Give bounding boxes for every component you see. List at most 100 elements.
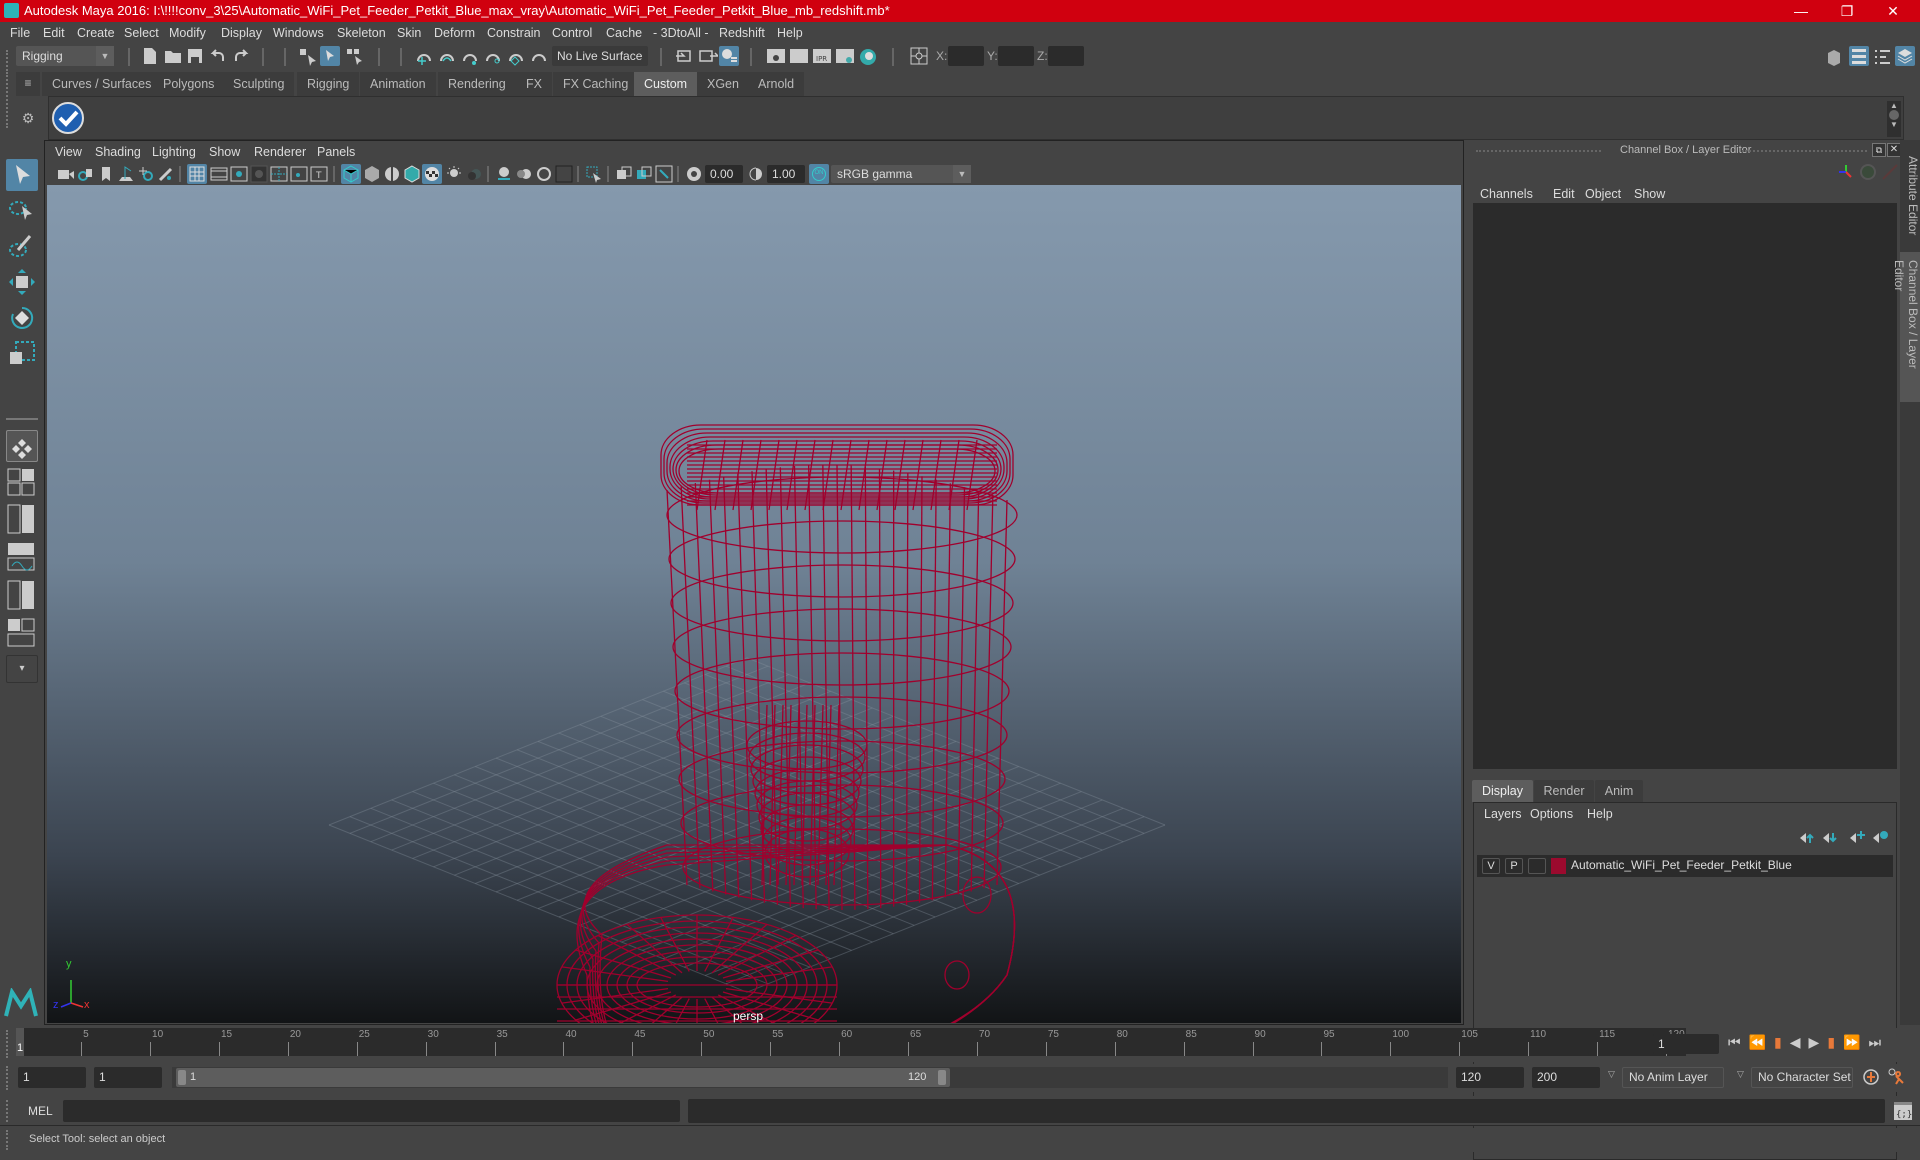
menu-deform[interactable]: Deform — [434, 22, 475, 44]
persp-outliner-layout-button[interactable] — [6, 504, 38, 534]
range-end-handle[interactable] — [938, 1070, 946, 1085]
character-set-dropdown[interactable]: No Character Set — [1751, 1067, 1853, 1088]
animation-end-field[interactable]: 200 — [1532, 1067, 1600, 1088]
menu-display[interactable]: Display — [221, 22, 262, 44]
paint-select-tool-button[interactable] — [6, 230, 38, 262]
menu-help[interactable]: Help — [777, 22, 803, 44]
view-transform-dropdown[interactable]: sRGB gamma ▼ — [831, 165, 971, 183]
panel-grip[interactable] — [1476, 150, 1601, 152]
new-layer-selected-icon[interactable] — [1872, 829, 1888, 845]
layer-menu-help[interactable]: Help — [1587, 807, 1613, 821]
move-layer-up-icon[interactable] — [1799, 831, 1815, 845]
screen-space-ao-icon[interactable] — [495, 165, 513, 183]
smooth-shade-icon[interactable] — [363, 165, 381, 183]
shelf-tab-curves-surfaces[interactable]: Curves / Surfaces — [42, 72, 163, 96]
attribute-editor-toggle[interactable] — [1849, 46, 1869, 66]
default-material-icon[interactable] — [383, 165, 401, 183]
command-input[interactable] — [63, 1100, 680, 1122]
animation-start-field[interactable]: 1 — [18, 1067, 86, 1088]
shelf-settings-gear-icon[interactable]: ⚙ — [16, 110, 40, 136]
shelf-tab-rendering[interactable]: Rendering — [438, 72, 517, 96]
step-forward-key-icon[interactable]: ⏩ — [1843, 1034, 1868, 1050]
menu-constrain[interactable]: Constrain — [487, 22, 541, 44]
output-ops-icon[interactable] — [698, 47, 718, 65]
manipulator-icon[interactable] — [1836, 162, 1856, 182]
attribute-editor-side-tab[interactable]: Attribute Editor — [1900, 148, 1920, 248]
menu-select[interactable]: Select — [124, 22, 159, 44]
anim-layer-dropdown[interactable]: No Anim Layer — [1622, 1067, 1724, 1088]
field-chart-icon[interactable] — [270, 165, 288, 183]
shelf-tab-custom[interactable]: Custom — [634, 72, 699, 96]
menu-control[interactable]: Control — [552, 22, 592, 44]
wireframe-on-shaded-icon[interactable] — [403, 165, 421, 183]
camera-icon[interactable] — [57, 165, 75, 183]
select-tool-button[interactable] — [6, 159, 38, 191]
vp-menu-lighting[interactable]: Lighting — [152, 141, 196, 163]
character-set-chevron-icon[interactable]: ▽ — [1737, 1069, 1744, 1080]
select-by-component-icon[interactable] — [345, 47, 365, 67]
go-to-end-icon[interactable]: ⏭ — [1868, 1034, 1889, 1050]
channel-box-side-tab[interactable]: Channel Box / Layer Editor — [1892, 252, 1920, 402]
color-management-toggle[interactable]: ON — [809, 164, 829, 184]
shelf-menu-icon[interactable]: ≡ — [16, 72, 40, 96]
time-slider-grip[interactable] — [6, 1030, 10, 1058]
layer-menu-layers[interactable]: Layers — [1484, 807, 1522, 821]
isolate-select-icon[interactable] — [585, 165, 603, 183]
tool-settings-icon[interactable] — [1872, 47, 1892, 67]
gamma-field[interactable]: 1.00 — [767, 165, 805, 183]
open-scene-icon[interactable] — [164, 47, 182, 65]
cb-menu-channels[interactable]: Channels — [1480, 184, 1533, 204]
redo-icon[interactable] — [232, 47, 250, 65]
y-field[interactable] — [998, 46, 1034, 66]
menu-modify[interactable]: Modify — [169, 22, 206, 44]
grid-toggle[interactable] — [187, 164, 207, 184]
playback-start-field[interactable]: 1 — [94, 1067, 162, 1088]
script-editor-icon[interactable]: {;} — [1893, 1100, 1913, 1122]
x-field[interactable] — [948, 46, 984, 66]
layer-menu-options[interactable]: Options — [1530, 807, 1573, 821]
current-frame-field[interactable]: 1 — [1653, 1034, 1719, 1054]
transform-constraint-icon[interactable] — [910, 47, 928, 65]
shelf-scroll[interactable]: ▲ ▼ — [1887, 101, 1901, 137]
shadows-icon[interactable] — [465, 165, 483, 183]
shelf-tab-arnold[interactable]: Arnold — [748, 72, 806, 96]
layer-display-type-toggle[interactable] — [1528, 858, 1546, 874]
safe-action-icon[interactable] — [290, 165, 308, 183]
range-track[interactable]: 1 120 — [172, 1067, 1448, 1088]
channel-box-toggle[interactable] — [1895, 46, 1915, 66]
shelf-grip[interactable] — [6, 72, 10, 128]
scale-tool-button[interactable] — [6, 338, 38, 370]
snap-to-projected-center-icon[interactable] — [483, 47, 503, 67]
xray-active-components-icon[interactable] — [635, 165, 653, 183]
vp-menu-view[interactable]: View — [55, 141, 82, 163]
shelf-tab-animation[interactable]: Animation — [360, 72, 437, 96]
xray-joints-icon[interactable] — [655, 165, 673, 183]
hypershade-persp-layout-button[interactable] — [6, 580, 38, 610]
menu-set-dropdown[interactable]: Rigging ▼ — [16, 46, 114, 66]
shelf-tab-rigging[interactable]: Rigging — [297, 72, 361, 96]
menu-skeleton[interactable]: Skeleton — [337, 22, 386, 44]
range-slider-grip[interactable] — [6, 1066, 10, 1090]
exposure-field[interactable]: 0.00 — [705, 165, 743, 183]
persp-outliner-graph-layout-button[interactable] — [6, 618, 38, 648]
vp-menu-panels[interactable]: Panels — [317, 141, 355, 163]
step-forward-frame-icon[interactable]: ▮ — [1827, 1034, 1843, 1050]
layer-playback-toggle[interactable]: P — [1505, 858, 1523, 874]
layer-name[interactable]: Automatic_WiFi_Pet_Feeder_Petkit_Blue — [1571, 858, 1792, 872]
close-icon[interactable]: ✕ — [1870, 0, 1916, 22]
menu-3dtoall[interactable]: - 3DtoAll - — [653, 22, 709, 44]
render-view-icon[interactable] — [766, 47, 786, 65]
menu-create[interactable]: Create — [77, 22, 115, 44]
move-tool-button[interactable] — [6, 266, 38, 298]
live-surface-field[interactable]: No Live Surface — [552, 46, 648, 66]
cb-menu-edit[interactable]: Edit — [1553, 184, 1575, 204]
shelf-tab-polygons[interactable]: Polygons — [153, 72, 226, 96]
move-layer-down-icon[interactable] — [1822, 831, 1838, 845]
menu-edit[interactable]: Edit — [43, 22, 65, 44]
menu-redshift[interactable]: Redshift — [719, 22, 765, 44]
anti-aliasing-icon[interactable] — [535, 165, 553, 183]
layer-tab-render[interactable]: Render — [1534, 780, 1594, 802]
animation-preferences-icon[interactable] — [1886, 1066, 1906, 1086]
auto-keyframe-icon[interactable] — [1862, 1068, 1880, 1086]
step-back-frame-icon[interactable]: ▮ — [1774, 1034, 1790, 1050]
